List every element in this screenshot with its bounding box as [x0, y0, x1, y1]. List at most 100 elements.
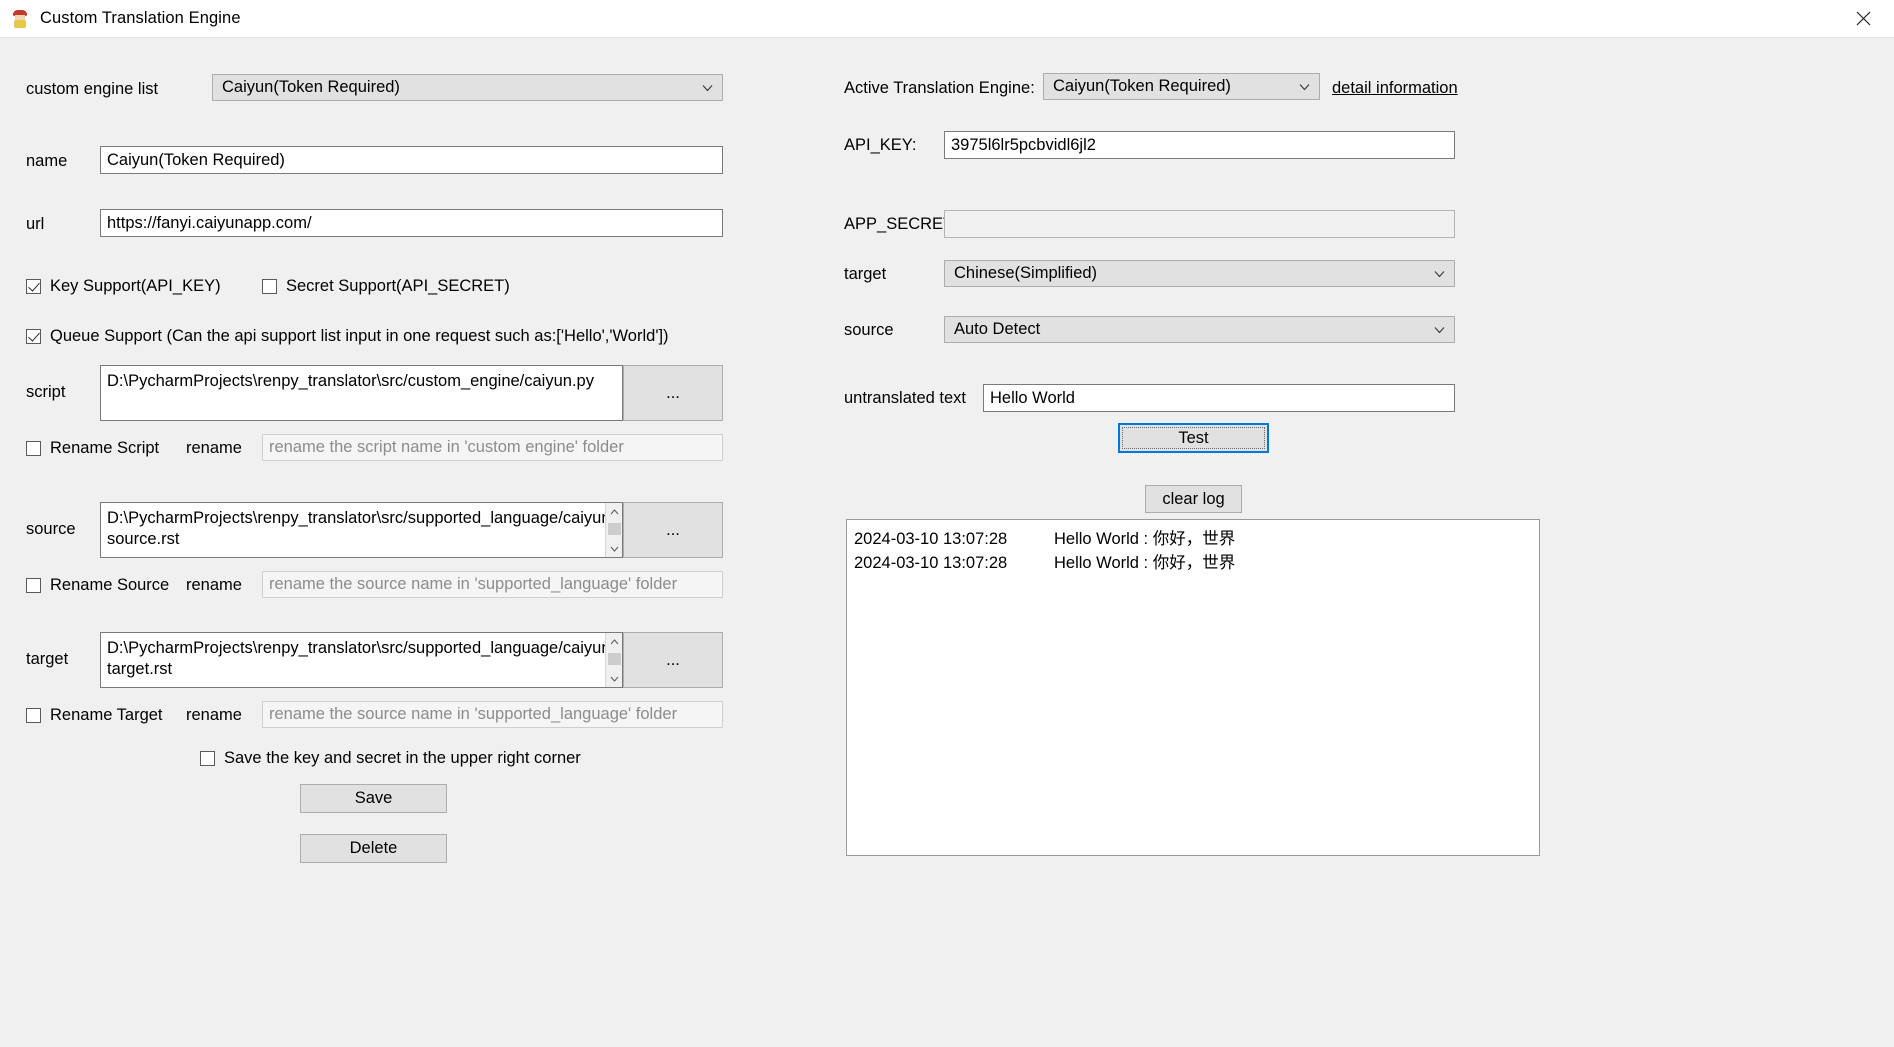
test-button[interactable]: Test [1118, 423, 1269, 453]
scroll-down-icon[interactable] [610, 670, 619, 687]
source-browse-label: ... [666, 520, 680, 539]
log-message: Hello World : 你好，世界 [1054, 554, 1236, 572]
checkbox-box [26, 441, 41, 456]
scroll-thumb[interactable] [608, 653, 621, 665]
source-browse-button[interactable]: ... [623, 502, 723, 558]
custom-engine-list-label: custom engine list [26, 80, 159, 98]
script-path-textarea[interactable]: D:\PycharmProjects\renpy_translator\src/… [100, 365, 623, 421]
log-output[interactable]: 2024-03-10 13:07:28 Hello World : 你好，世界 … [846, 519, 1540, 856]
save-key-secret-checkbox[interactable]: Save the key and secret in the upper rig… [200, 749, 581, 768]
target-label: target [26, 650, 69, 668]
detail-information-link[interactable]: detail information [1332, 79, 1458, 98]
checkbox-box [262, 279, 277, 294]
chevron-down-icon [1434, 270, 1445, 277]
chevron-down-icon [1299, 83, 1310, 90]
close-icon[interactable] [1832, 0, 1894, 37]
checkbox-box [26, 708, 41, 723]
rename-target-checkbox[interactable]: Rename Target [26, 706, 163, 725]
focus-ring [1122, 427, 1265, 449]
log-timestamp: 2024-03-10 13:07:28 [854, 554, 1008, 572]
custom-engine-list-value: Caiyun(Token Required) [222, 78, 400, 96]
save-button[interactable]: Save [300, 784, 447, 813]
api-key-value: 3975l6lr5pcbvidl6jl2 [951, 135, 1096, 154]
rename-script-checkbox[interactable]: Rename Script [26, 439, 159, 458]
target-browse-label: ... [666, 650, 680, 669]
app-secret-label: APP_SECRET: [844, 215, 956, 233]
rename-script-label: Rename Script [50, 439, 160, 457]
app-icon [11, 9, 31, 29]
rename-source-input[interactable]: rename the source name in 'supported_lan… [262, 571, 723, 598]
rename-target-input[interactable]: rename the source name in 'supported_lan… [262, 701, 723, 728]
untranslated-text-input[interactable]: Hello World [983, 384, 1455, 412]
source-path-value: D:\PycharmProjects\renpy_translator\src/… [107, 509, 616, 548]
right-panel: Active Translation Engine: Caiyun(Token … [844, 38, 1894, 1047]
name-input[interactable]: Caiyun(Token Required) [100, 146, 723, 174]
api-key-label: API_KEY: [844, 136, 917, 154]
custom-engine-list-dropdown[interactable]: Caiyun(Token Required) [212, 74, 723, 101]
url-value: https://fanyi.caiyunapp.com/ [107, 213, 312, 232]
title-bar: Custom Translation Engine [0, 0, 1894, 38]
target-browse-button[interactable]: ... [623, 632, 723, 688]
target-language-dropdown[interactable]: Chinese(Simplified) [944, 260, 1455, 287]
secret-support-label: Secret Support(API_SECRET) [286, 277, 510, 295]
source-language-value: Auto Detect [954, 320, 1041, 338]
scroll-thumb[interactable] [608, 523, 621, 535]
source-language-dropdown[interactable]: Auto Detect [944, 316, 1455, 343]
rename-source-field-label: rename [186, 576, 242, 594]
window-body: custom engine list Caiyun(Token Required… [0, 38, 1894, 1047]
rename-target-field-label: rename [186, 706, 242, 724]
scroll-up-icon[interactable] [610, 503, 619, 520]
source-language-label: source [844, 321, 894, 339]
rename-source-placeholder: rename the source name in 'supported_lan… [269, 575, 678, 593]
script-label: script [26, 383, 66, 401]
queue-support-checkbox[interactable]: Queue Support (Can the api support list … [26, 327, 669, 346]
chevron-down-icon [702, 84, 713, 91]
custom-translation-engine-window: Custom Translation Engine custom engine … [0, 0, 1894, 1047]
scroll-up-icon[interactable] [610, 633, 619, 650]
rename-source-checkbox[interactable]: Rename Source [26, 576, 169, 595]
active-engine-dropdown[interactable]: Caiyun(Token Required) [1043, 73, 1320, 100]
name-value: Caiyun(Token Required) [107, 150, 285, 169]
log-message: Hello World : 你好，世界 [1054, 530, 1236, 548]
scroll-down-icon[interactable] [610, 540, 619, 557]
rename-script-input[interactable]: rename the script name in 'custom engine… [262, 434, 723, 461]
rename-target-placeholder: rename the source name in 'supported_lan… [269, 705, 678, 723]
delete-button-label: Delete [349, 839, 398, 857]
key-support-label: Key Support(API_KEY) [50, 277, 221, 295]
checkbox-box [26, 578, 41, 593]
target-scrollbar[interactable] [605, 633, 622, 687]
target-language-label: target [844, 265, 887, 283]
url-input[interactable]: https://fanyi.caiyunapp.com/ [100, 209, 723, 237]
url-label: url [26, 215, 45, 233]
delete-button[interactable]: Delete [300, 834, 447, 863]
rename-script-placeholder: rename the script name in 'custom engine… [269, 438, 624, 456]
source-path-textarea[interactable]: D:\PycharmProjects\renpy_translator\src/… [100, 502, 623, 558]
checkbox-box [26, 329, 41, 344]
rename-source-label: Rename Source [50, 576, 170, 594]
target-path-value: D:\PycharmProjects\renpy_translator\src/… [107, 639, 616, 678]
rename-script-field-label: rename [186, 439, 242, 457]
app-secret-input[interactable] [944, 210, 1455, 238]
clear-log-button[interactable]: clear log [1145, 485, 1242, 513]
source-scrollbar[interactable] [605, 503, 622, 557]
rename-target-label: Rename Target [50, 706, 163, 724]
target-language-value: Chinese(Simplified) [954, 264, 1098, 282]
checkbox-box [26, 279, 41, 294]
script-browse-button[interactable]: ... [623, 365, 723, 421]
checkbox-box [200, 751, 215, 766]
name-label: name [26, 152, 68, 170]
queue-support-label: Queue Support (Can the api support list … [50, 327, 669, 345]
key-support-checkbox[interactable]: Key Support(API_KEY) [26, 277, 221, 296]
secret-support-checkbox[interactable]: Secret Support(API_SECRET) [262, 277, 510, 296]
script-browse-label: ... [666, 383, 680, 402]
log-row: 2024-03-10 13:07:28 Hello World : 你好，世界 [854, 527, 1539, 551]
log-timestamp: 2024-03-10 13:07:28 [854, 530, 1008, 548]
script-path-value: D:\PycharmProjects\renpy_translator\src/… [107, 372, 594, 390]
untranslated-text-value: Hello World [990, 388, 1075, 407]
active-engine-value: Caiyun(Token Required) [1053, 77, 1231, 95]
untranslated-text-label: untranslated text [844, 389, 966, 407]
chevron-down-icon [1434, 326, 1445, 333]
clear-log-button-label: clear log [1162, 489, 1225, 508]
api-key-input[interactable]: 3975l6lr5pcbvidl6jl2 [944, 131, 1455, 159]
target-path-textarea[interactable]: D:\PycharmProjects\renpy_translator\src/… [100, 632, 623, 688]
